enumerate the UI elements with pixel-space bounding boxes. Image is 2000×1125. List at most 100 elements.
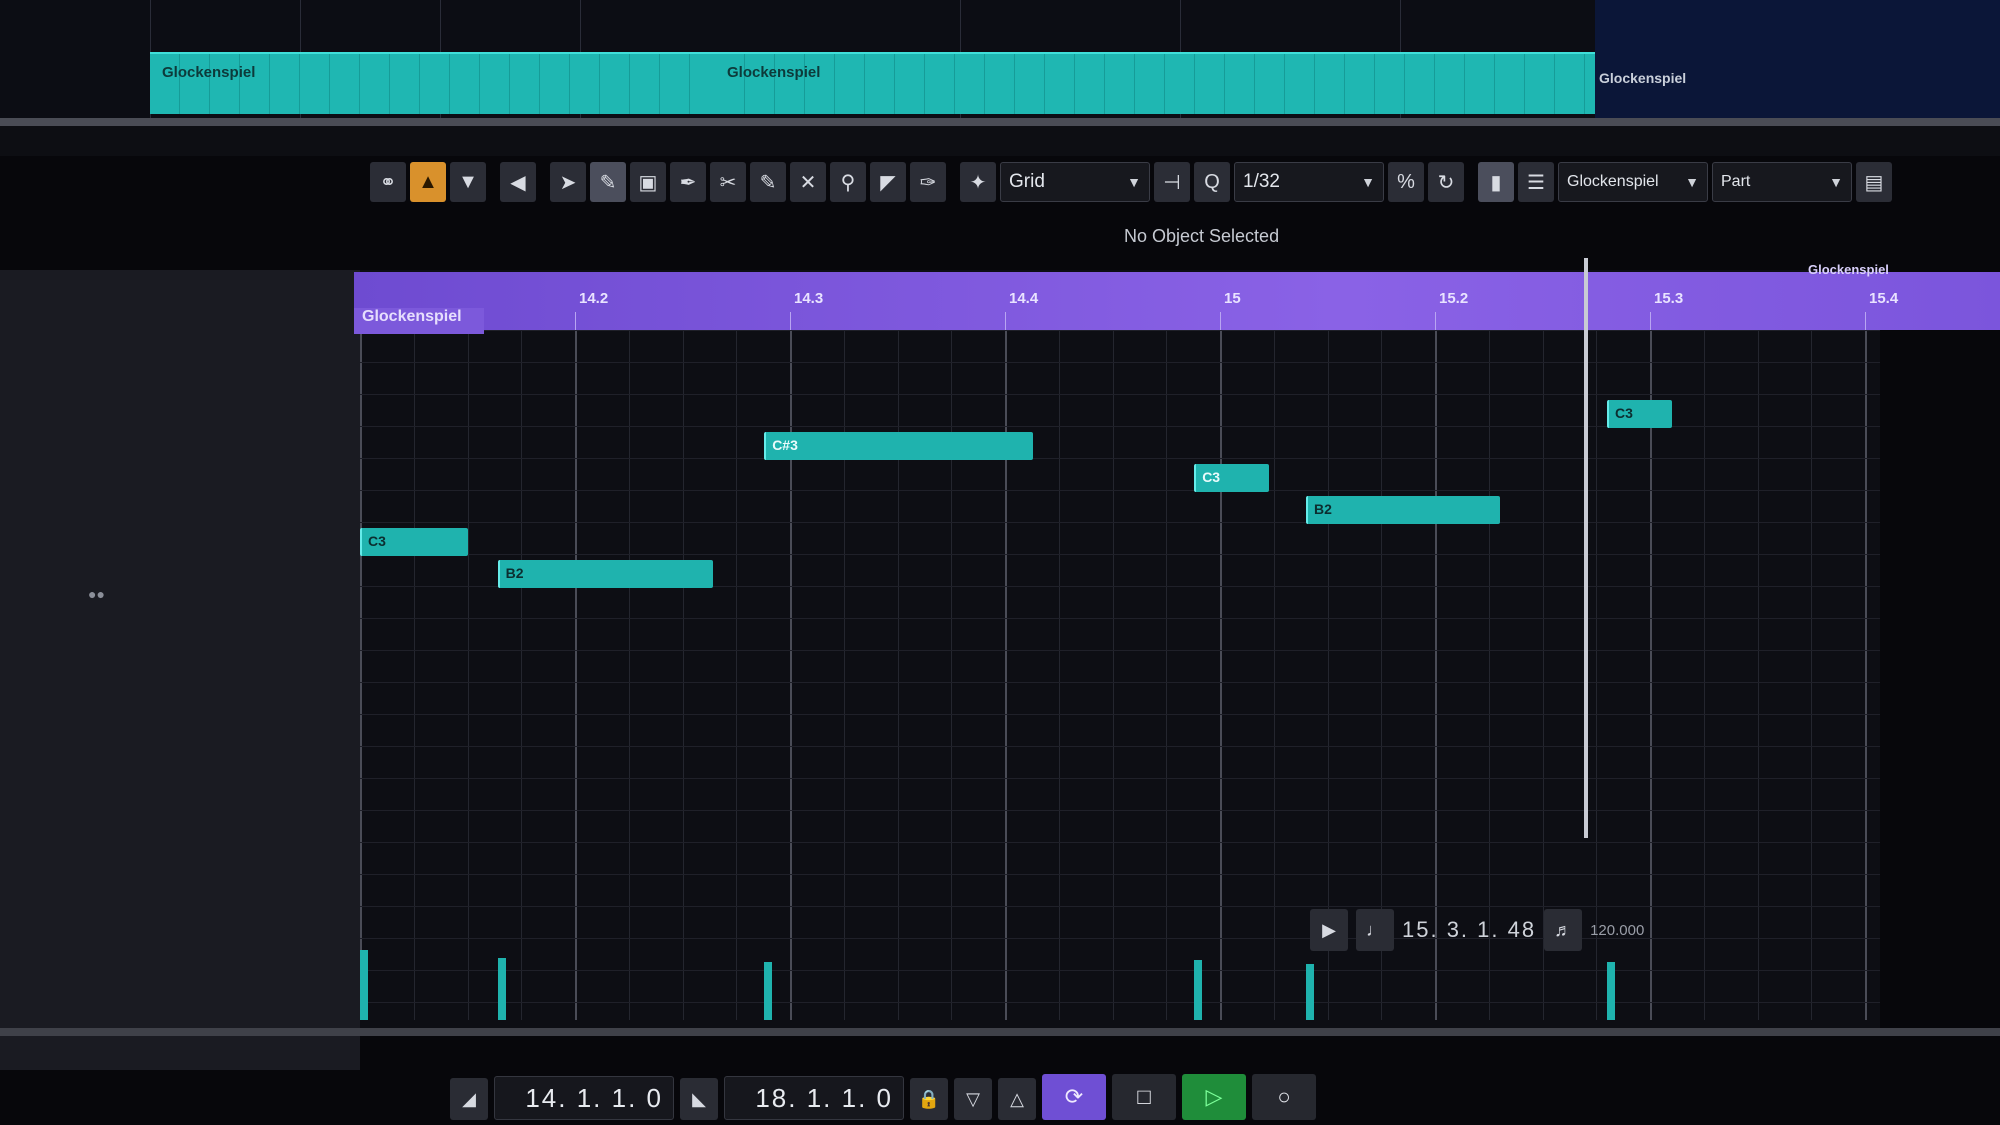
insert-icon[interactable]: ⊣ [1154, 162, 1190, 202]
quantize-ratio-icon[interactable]: % [1388, 162, 1424, 202]
list-icon[interactable]: ☰ [1518, 162, 1554, 202]
quantize-apply-icon[interactable]: ↻ [1428, 162, 1464, 202]
snap-mode-select[interactable]: Grid ▼ [1000, 162, 1150, 202]
arrange-part-label: Glockenspiel [1599, 70, 1687, 86]
ruler-tick [575, 312, 576, 330]
timeline-ruler[interactable]: 14.2 14.3 14.4 15 15.2 15.3 15.4 [354, 272, 2000, 330]
pointer-icon[interactable]: ➤ [550, 162, 586, 202]
stop-icon: □ [1137, 1084, 1151, 1109]
ruler-label: 15 [1224, 290, 1241, 307]
left-locator-field[interactable]: 14. 1. 1. 0 [494, 1076, 674, 1120]
dropdown-icon[interactable]: ▼ [450, 162, 486, 202]
draw-velocity-icon[interactable]: ◤ [870, 162, 906, 202]
quantize-label: Q [1204, 170, 1220, 193]
ruler-end-part-label: Glockenspiel [1808, 262, 1889, 277]
pitch-row-line [360, 554, 1880, 555]
playhead[interactable] [1584, 258, 1588, 838]
track-select-value: Glockenspiel [1567, 173, 1659, 190]
pen-icon[interactable]: ✑ [910, 162, 946, 202]
punch-out-icon[interactable]: △ [998, 1078, 1036, 1120]
glue-icon[interactable]: ✎ [750, 162, 786, 202]
link-icon[interactable]: ⚭ [370, 162, 406, 202]
mute-icon[interactable]: ✕ [790, 162, 826, 202]
tempo-display[interactable]: 120.000 [1590, 922, 1644, 939]
arrange-part-label: Glockenspiel [162, 64, 256, 81]
eraser-icon[interactable]: ▣ [630, 162, 666, 202]
record-button[interactable]: ○ [1252, 1074, 1316, 1120]
stop-button[interactable]: □ [1112, 1074, 1176, 1120]
midi-note[interactable]: B2 [497, 560, 713, 588]
lock-icon[interactable]: 🔒 [910, 1078, 948, 1120]
pitch-row-line [360, 714, 1880, 715]
pitch-row-line [360, 778, 1880, 779]
ruler-label: 14.2 [579, 290, 609, 307]
left-locator-icon[interactable]: ◢ [450, 1078, 488, 1120]
tempo-icon[interactable]: ♬ [1544, 909, 1583, 951]
arrange-part[interactable]: Glockenspiel [150, 52, 715, 114]
ruler-tick [1435, 312, 1436, 330]
pitch-row-line [360, 522, 1880, 523]
color-icon[interactable]: ▲ [410, 162, 446, 202]
ruler-tick [1220, 312, 1221, 330]
record-icon: ○ [1277, 1084, 1291, 1109]
track-icon[interactable]: ▮ [1478, 162, 1514, 202]
midi-note[interactable]: C3 [1607, 400, 1672, 428]
chevron-down-icon: ▼ [1361, 174, 1375, 190]
transport-right: ▶ ♩ 15. 3. 1. 48 ♬ 120.000 [1310, 900, 1644, 960]
right-locator-icon[interactable]: ◣ [680, 1078, 718, 1120]
ruler-label: 15.3 [1654, 290, 1684, 307]
pitch-row-line [360, 810, 1880, 811]
punch-in-icon[interactable]: ▽ [954, 1078, 992, 1120]
arrange-part-selected[interactable]: Glockenspiel [1595, 0, 2000, 118]
track-select[interactable]: Glockenspiel ▼ [1558, 162, 1708, 202]
ruler-tick [790, 312, 791, 330]
scissors-icon[interactable]: ✂ [710, 162, 746, 202]
cycle-button[interactable]: ⟳ [1042, 1074, 1106, 1120]
velocity-bar[interactable] [764, 962, 773, 1020]
chevron-down-icon: ▼ [1685, 174, 1699, 190]
note-label: B2 [1314, 501, 1332, 517]
play-button[interactable]: ▷ [1182, 1074, 1246, 1120]
editor-bottom-edge [0, 1028, 2000, 1036]
pencil-icon[interactable]: ✎ [590, 162, 626, 202]
note-label: C3 [1202, 469, 1221, 485]
play-left-icon[interactable]: ◀ [500, 162, 536, 202]
piano-icon[interactable]: ▤ [1856, 162, 1892, 202]
arrange-part[interactable]: Glockenspiel [715, 52, 1595, 114]
line-icon[interactable]: ✒ [670, 162, 706, 202]
ruler-tick [1650, 312, 1651, 330]
zoom-icon[interactable]: ⚲ [830, 162, 866, 202]
quantize-icon[interactable]: Q [1194, 162, 1230, 202]
right-locator-field[interactable]: 18. 1. 1. 0 [724, 1076, 904, 1120]
pitch-row-line [360, 746, 1880, 747]
velocity-bar[interactable] [1306, 964, 1314, 1020]
velocity-bar[interactable] [1194, 960, 1203, 1020]
ruler-label: 14.3 [794, 290, 824, 307]
keyboard-area[interactable]: ●● [0, 270, 360, 1070]
arrange-part-label: Glockenspiel [727, 64, 821, 81]
editor-divider[interactable] [0, 118, 2000, 126]
midi-note[interactable]: C3 [360, 528, 468, 556]
midi-note[interactable]: C3 [1194, 464, 1270, 492]
key-marker: ●● [88, 586, 105, 602]
ruler-tick [1005, 312, 1006, 330]
snap-icon[interactable]: ✦ [960, 162, 996, 202]
midi-note[interactable]: B2 [1306, 496, 1500, 524]
velocity-bar[interactable] [1607, 962, 1615, 1020]
ruler-label: 15.4 [1869, 290, 1899, 307]
pitch-row-line [360, 650, 1880, 651]
editor-header [0, 126, 2000, 156]
part-select[interactable]: Part ▼ [1712, 162, 1852, 202]
midi-note[interactable]: C#3 [764, 432, 1033, 460]
ruler-label: 14.4 [1009, 290, 1039, 307]
position-display[interactable]: 15. 3. 1. 48 [1402, 917, 1536, 943]
velocity-bar[interactable] [497, 958, 506, 1020]
chevron-down-icon: ▼ [1829, 174, 1843, 190]
velocity-lane[interactable] [360, 820, 1880, 1020]
transport-bar: ◢ 14. 1. 1. 0 ◣ 18. 1. 1. 0 🔒 ▽ △ ⟳ □ ▷ … [450, 1040, 1316, 1120]
quantize-select[interactable]: 1/32 ▼ [1234, 162, 1384, 202]
sync-icon[interactable]: ▶ [1310, 909, 1348, 951]
pitch-row-line [360, 618, 1880, 619]
metronome-icon[interactable]: ♩ [1356, 909, 1394, 951]
velocity-bar[interactable] [360, 950, 368, 1020]
